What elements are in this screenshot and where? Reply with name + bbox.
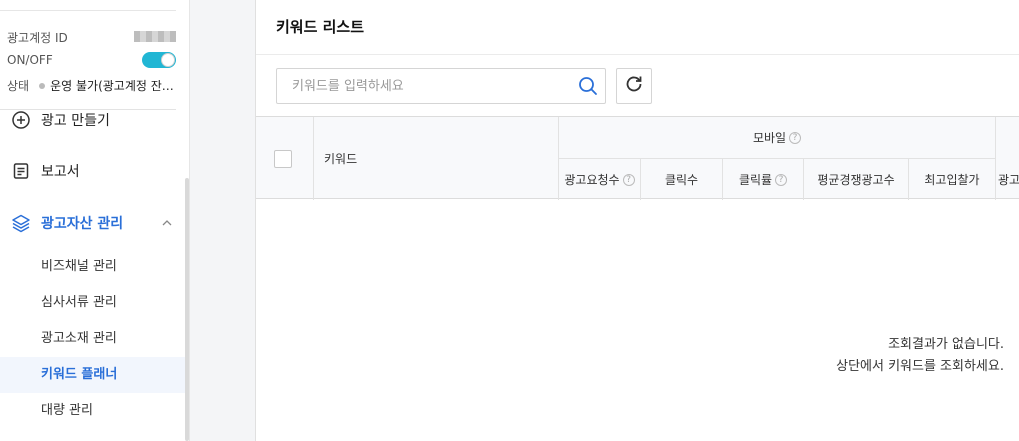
layers-icon bbox=[11, 213, 31, 233]
col-header-partial: 광고 bbox=[998, 159, 1019, 200]
sidebar-item-create-ad[interactable]: 광고 만들기 bbox=[0, 102, 185, 138]
table-header: 키워드 모바일? 광고요청수? 클릭수 클릭률? 평균경쟁광고수 최고입찰가 광… bbox=[256, 116, 1019, 200]
refresh-icon bbox=[624, 74, 644, 98]
col-header-label: 광고요청수 bbox=[564, 173, 620, 187]
sidebar-item-report[interactable]: 보고서 bbox=[0, 153, 185, 189]
onoff-label: ON/OFF bbox=[7, 53, 53, 67]
col-header-label: 평균경쟁광고수 bbox=[817, 173, 895, 187]
sidebar-item-label: 광고 만들기 bbox=[41, 113, 110, 129]
sidebar-subitem-bulk-management[interactable]: 대량 관리 bbox=[0, 393, 185, 429]
sidebar-subitem-review-docs[interactable]: 심사서류 관리 bbox=[0, 285, 185, 321]
col-header-label: 클릭률 bbox=[738, 173, 773, 187]
sidebar-item-label: 광고자산 관리 bbox=[41, 216, 124, 232]
col-header-keyword: 키워드 bbox=[324, 152, 358, 166]
col-header-impressions: 광고요청수? bbox=[559, 159, 640, 200]
sidebar-item-ad-assets[interactable]: 광고자산 관리 bbox=[0, 205, 185, 241]
help-icon[interactable]: ? bbox=[622, 173, 635, 186]
sidebar-subitem-ad-creatives[interactable]: 광고소재 관리 bbox=[0, 321, 185, 357]
page-title: 키워드 리스트 bbox=[276, 18, 365, 36]
col-header-label: 광고 bbox=[998, 173, 1019, 187]
search-box bbox=[276, 68, 606, 104]
divider bbox=[995, 117, 996, 200]
sidebar: 광고계정 ID ON/OFF 상태 운영 불가(광고계정 잔액 부족) 광고 만… bbox=[0, 0, 190, 441]
col-header-label: 클릭수 bbox=[664, 173, 699, 187]
help-icon[interactable]: ? bbox=[775, 173, 788, 186]
status-label: 상태 bbox=[7, 79, 30, 93]
col-header-ctr: 클릭률? bbox=[723, 159, 803, 200]
plus-circle-icon bbox=[11, 110, 31, 130]
chevron-up-icon[interactable] bbox=[161, 217, 173, 233]
divider bbox=[256, 54, 1019, 55]
divider bbox=[0, 10, 176, 11]
select-all-checkbox[interactable] bbox=[274, 150, 292, 168]
account-id-label: 광고계정 ID bbox=[7, 31, 68, 45]
col-group-mobile-label: 모바일 bbox=[752, 131, 787, 145]
status-row: 상태 운영 불가(광고계정 잔액 부족) bbox=[7, 77, 177, 94]
empty-state-line1: 조회결과가 없습니다. bbox=[888, 337, 1004, 352]
sidebar-item-label: 보고서 bbox=[41, 164, 80, 180]
toggle-knob bbox=[161, 53, 175, 67]
sidebar-scrollbar[interactable] bbox=[185, 178, 189, 441]
onoff-toggle[interactable] bbox=[142, 52, 176, 68]
keyword-search-input[interactable] bbox=[277, 69, 571, 103]
status-value: 운영 불가(광고계정 잔액 부족) bbox=[50, 79, 175, 93]
col-header-label: 최고입찰가 bbox=[924, 173, 980, 187]
col-group-mobile: 모바일? bbox=[559, 117, 995, 158]
search-icon[interactable] bbox=[571, 69, 605, 103]
sidebar-subitem-keyword-planner[interactable]: 키워드 플래너 bbox=[0, 357, 185, 393]
empty-state: 조회결과가 없습니다. 상단에서 키워드를 조회하세요. bbox=[836, 334, 1004, 378]
account-panel: 광고계정 ID ON/OFF 상태 운영 불가(광고계정 잔액 부족) bbox=[0, 0, 176, 110]
empty-state-line2: 상단에서 키워드를 조회하세요. bbox=[836, 359, 1004, 374]
col-header-max-bid: 최고입찰가 bbox=[909, 159, 995, 200]
account-id-value-masked bbox=[134, 31, 176, 42]
status-dot-icon bbox=[39, 82, 46, 89]
sidebar-subitem-biz-channel[interactable]: 비즈채널 관리 bbox=[0, 249, 185, 285]
keyword-list-panel: 키워드 리스트 키워드 모바일? 광고요청수? 클릭수 클릭률? bbox=[255, 0, 1019, 441]
col-header-avg-competitors: 평균경쟁광고수 bbox=[804, 159, 908, 200]
refresh-button[interactable] bbox=[616, 68, 652, 104]
col-header-clicks: 클릭수 bbox=[641, 159, 722, 200]
help-icon[interactable]: ? bbox=[789, 131, 802, 144]
report-icon bbox=[11, 161, 31, 181]
